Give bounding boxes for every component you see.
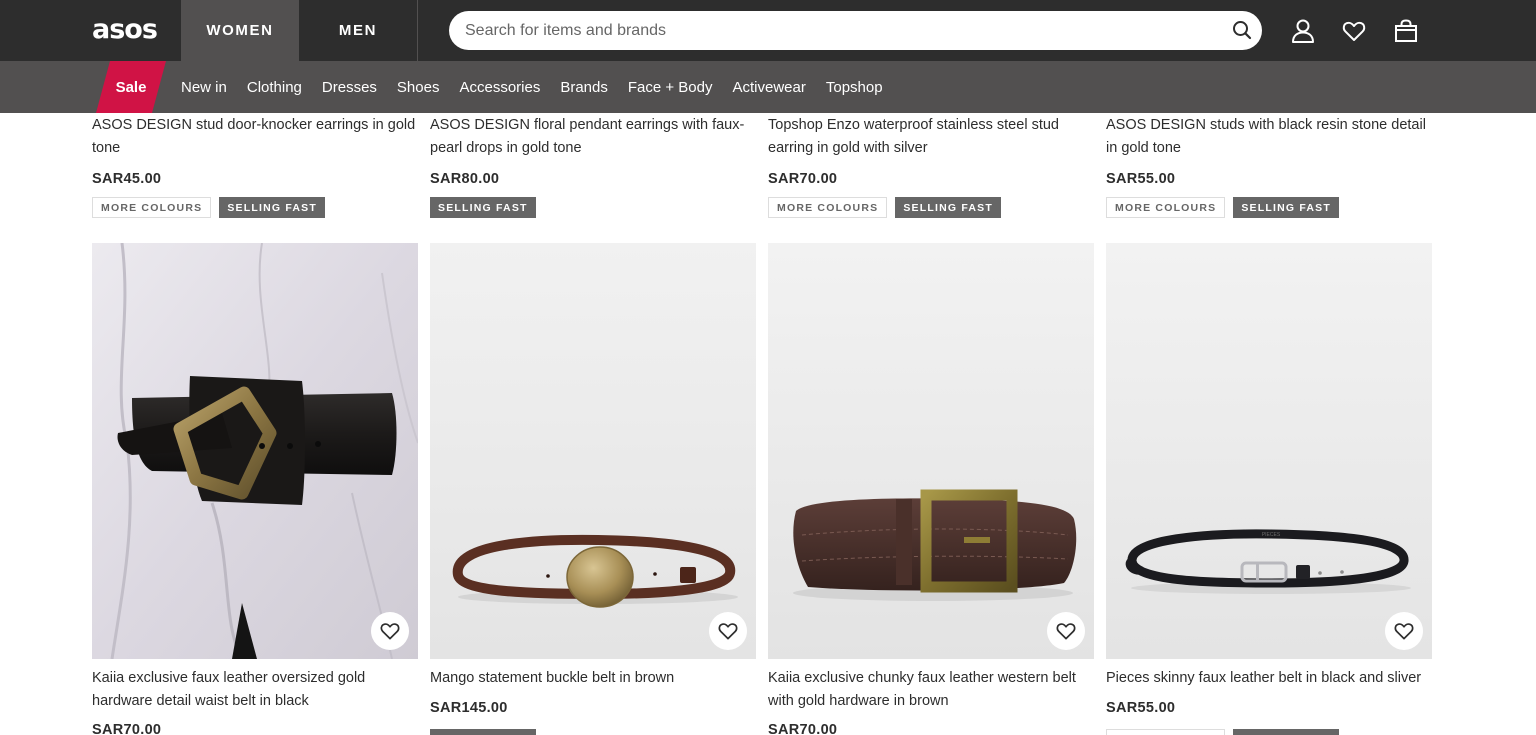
product-photo: [430, 243, 756, 659]
product-title[interactable]: ASOS DESIGN stud door-knocker earrings i…: [92, 114, 418, 160]
search-bar: [449, 11, 1262, 50]
selling-fast-badge: SELLING FAST: [430, 729, 536, 735]
nav-item-topshop[interactable]: Topshop: [816, 61, 893, 113]
more-colours-badge: MORE COLOURS: [768, 197, 888, 218]
tab-men[interactable]: MEN: [299, 0, 417, 61]
nav-item-clothing[interactable]: Clothing: [237, 61, 312, 113]
save-for-later-button[interactable]: [1385, 612, 1423, 650]
save-for-later-button[interactable]: [709, 612, 747, 650]
selling-fast-badge: SELLING FAST: [895, 197, 1001, 218]
belt-print-pieces: PIECES: [1262, 532, 1281, 538]
selling-fast-badge: SELLING FAST: [219, 197, 325, 218]
product-title[interactable]: Kaiia exclusive chunky faux leather west…: [768, 667, 1094, 713]
product-badges: SELLING FAST: [430, 729, 536, 735]
nav-item-new-in[interactable]: New in: [171, 61, 237, 113]
account-icon[interactable]: [1290, 18, 1316, 44]
product-photo: [92, 243, 418, 659]
product-photo: PIECES: [1106, 243, 1432, 659]
product-title[interactable]: Mango statement buckle belt in brown: [430, 667, 674, 690]
product-badges: SELLING FAST: [430, 197, 536, 218]
nav-item-sale[interactable]: Sale: [96, 61, 166, 113]
product-badges: MORE COLOURS SELLING FAST: [768, 197, 1001, 218]
more-colours-badge: MORE COLOURS: [1106, 729, 1226, 735]
save-for-later-button[interactable]: [1047, 612, 1085, 650]
header-divider: [417, 0, 418, 61]
product-title[interactable]: Topshop Enzo waterproof stainless steel …: [768, 114, 1094, 160]
asos-logo[interactable]: asos: [92, 16, 158, 44]
product-title[interactable]: Pieces skinny faux leather belt in black…: [1106, 667, 1421, 690]
heart-icon: [1056, 623, 1076, 640]
selling-fast-badge: SELLING FAST: [1233, 729, 1339, 735]
selling-fast-badge: SELLING FAST: [430, 197, 536, 218]
bag-icon[interactable]: [1393, 18, 1419, 44]
product-price: SAR70.00: [768, 722, 838, 735]
product-image[interactable]: [430, 243, 756, 659]
nav-item-dresses[interactable]: Dresses: [312, 61, 387, 113]
save-for-later-button[interactable]: [371, 612, 409, 650]
heart-icon: [380, 623, 400, 640]
search-input[interactable]: [465, 11, 1225, 50]
nav-item-accessories[interactable]: Accessories: [449, 61, 550, 113]
product-badges: MORE COLOURS SELLING FAST: [1106, 197, 1339, 218]
more-colours-badge: MORE COLOURS: [92, 197, 212, 218]
product-price: SAR55.00: [1106, 171, 1176, 187]
product-price: SAR55.00: [1106, 700, 1176, 716]
product-image[interactable]: PIECES: [1106, 243, 1432, 659]
product-title[interactable]: ASOS DESIGN floral pendant earrings with…: [430, 114, 756, 160]
nav-item-brands[interactable]: Brands: [550, 61, 618, 113]
product-title[interactable]: ASOS DESIGN studs with black resin stone…: [1106, 114, 1432, 160]
heart-icon: [1394, 623, 1414, 640]
heart-icon: [718, 623, 738, 640]
product-title[interactable]: Kaiia exclusive faux leather oversized g…: [92, 667, 418, 713]
more-colours-badge: MORE COLOURS: [1106, 197, 1226, 218]
product-image[interactable]: [92, 243, 418, 659]
product-price: SAR145.00: [430, 700, 508, 716]
product-price: SAR45.00: [92, 171, 162, 187]
product-badges: MORE COLOURS SELLING FAST: [92, 197, 325, 218]
nav-item-shoes[interactable]: Shoes: [387, 61, 450, 113]
nav-item-activewear[interactable]: Activewear: [723, 61, 816, 113]
product-badges: MORE COLOURS SELLING FAST: [1106, 729, 1339, 735]
selling-fast-badge: SELLING FAST: [1233, 197, 1339, 218]
tab-women[interactable]: WOMEN: [181, 0, 299, 61]
product-price: SAR80.00: [430, 171, 500, 187]
product-image[interactable]: [768, 243, 1094, 659]
heart-icon[interactable]: [1341, 18, 1367, 44]
search-icon[interactable]: [1232, 20, 1252, 40]
nav-item-face-body[interactable]: Face + Body: [618, 61, 723, 113]
category-nav: Sale New in Clothing Dresses Shoes Acces…: [0, 61, 1536, 113]
product-price: SAR70.00: [92, 722, 162, 735]
top-header: asos WOMEN MEN: [0, 0, 1536, 61]
nav-items: New in Clothing Dresses Shoes Accessorie…: [171, 61, 893, 113]
product-photo: [768, 243, 1094, 659]
product-price: SAR70.00: [768, 171, 838, 187]
